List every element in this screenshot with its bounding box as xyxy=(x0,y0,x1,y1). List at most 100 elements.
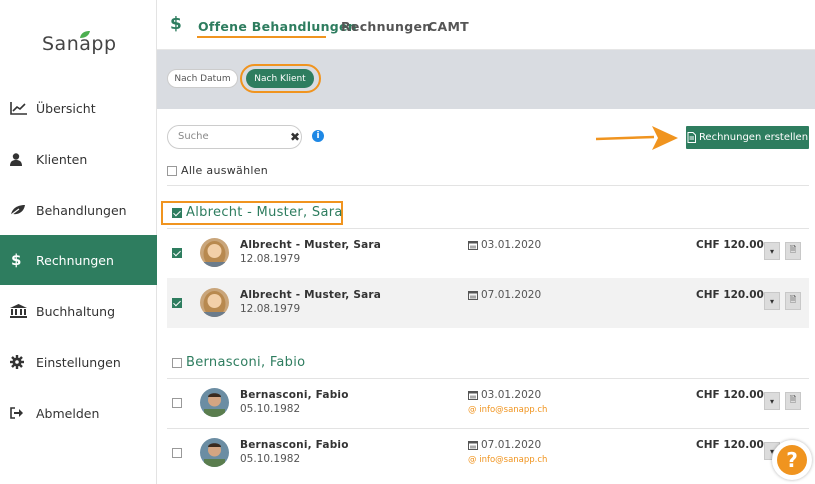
user-icon xyxy=(0,152,36,166)
document-icon: 🗎 xyxy=(789,295,797,304)
treatment-date-text: 07.01.2020 xyxy=(481,289,542,301)
sidebar-item-buchhaltung[interactable]: Buchhaltung xyxy=(0,286,157,336)
client-email[interactable]: @ info@sanapp.ch xyxy=(468,455,547,465)
info-icon[interactable]: i xyxy=(312,130,324,142)
logout-icon xyxy=(0,407,36,419)
client-name: Bernasconi, Fabio xyxy=(240,389,349,401)
create-invoices-button[interactable]: Rechnungen erstellen xyxy=(686,126,809,149)
sidebar-item-abmelden[interactable]: Abmelden xyxy=(0,388,157,438)
treatment-date-text: 03.01.2020 xyxy=(481,239,542,251)
client-dob: 12.08.1979 xyxy=(240,303,301,315)
active-tab-underline xyxy=(197,36,326,38)
client-name: Bernasconi, Fabio xyxy=(240,439,349,451)
client-email-text: info@sanapp.ch xyxy=(479,455,548,465)
logo-leaf-icon xyxy=(80,31,90,38)
sidebar-item-uebersicht[interactable]: Übersicht xyxy=(0,83,157,133)
treatment-date: 07.01.2020 xyxy=(468,439,541,451)
sidebar-item-einstellungen[interactable]: Einstellungen xyxy=(0,337,157,387)
at-icon: @ xyxy=(468,455,480,465)
client-name: Albrecht - Muster, Sara xyxy=(240,239,382,251)
avatar xyxy=(200,388,229,417)
sidebar-item-klienten[interactable]: Klienten xyxy=(0,134,157,184)
document-icon: 🗎 xyxy=(789,395,797,404)
sidebar-item-label: Klienten xyxy=(36,151,88,167)
question-icon: ? xyxy=(777,445,807,475)
gear-icon xyxy=(0,355,36,369)
sidebar-item-label: Buchhaltung xyxy=(36,303,116,319)
chart-line-icon xyxy=(0,101,36,115)
document-button[interactable]: 🗎 xyxy=(785,292,801,310)
at-icon: @ xyxy=(468,405,480,415)
dropdown-caret-button[interactable]: ▾ xyxy=(764,242,780,260)
filter-by-client-button[interactable]: Nach Klient xyxy=(246,69,314,88)
tab-offene-behandlungen[interactable]: Offene Behandlungen xyxy=(198,19,357,34)
amount: CHF 120.00 xyxy=(696,389,764,401)
caret-down-icon: ▾ xyxy=(769,296,774,306)
calendar-icon xyxy=(468,391,478,400)
select-all-label: Alle auswählen xyxy=(181,164,269,177)
client-dob: 05.10.1982 xyxy=(240,453,301,465)
filter-band: Nach Datum Nach Klient xyxy=(157,50,815,109)
sidebar-item-label: Abmelden xyxy=(36,405,100,421)
sidebar-item-label: Übersicht xyxy=(36,100,96,116)
tab-rechnungen[interactable]: Rechnungen xyxy=(341,19,431,34)
caret-down-icon: ▾ xyxy=(769,246,774,256)
treatment-date-text: 03.01.2020 xyxy=(481,389,542,401)
help-button[interactable]: ? xyxy=(772,440,812,480)
treatment-date-text: 07.01.2020 xyxy=(481,439,542,451)
top-tabs-bar: $ Offene Behandlungen Rechnungen CAMT xyxy=(157,0,815,50)
treatment-date: 03.01.2020 xyxy=(468,389,541,401)
caret-down-icon: ▾ xyxy=(769,396,774,406)
leaf-icon xyxy=(0,204,36,216)
row-checkbox[interactable] xyxy=(172,398,182,408)
avatar xyxy=(200,288,229,317)
calendar-icon xyxy=(468,441,478,450)
table-row[interactable]: Albrecht - Muster, Sara 12.08.1979 03.01… xyxy=(167,228,809,278)
amount: CHF 120.00 xyxy=(696,239,764,251)
sidebar-item-behandlungen[interactable]: Behandlungen xyxy=(0,185,157,235)
document-button[interactable]: 🗎 xyxy=(785,242,801,260)
table-row[interactable]: Bernasconi, Fabio 05.10.1982 03.01.2020 … xyxy=(167,378,809,428)
table-row[interactable]: Bernasconi, Fabio 05.10.1982 07.01.2020 … xyxy=(167,428,809,478)
treatment-date: 03.01.2020 xyxy=(468,239,541,251)
avatar xyxy=(200,438,229,467)
document-button[interactable]: 🗎 xyxy=(785,392,801,410)
amount: CHF 120.00 xyxy=(696,289,764,301)
table-row[interactable]: Albrecht - Muster, Sara 12.08.1979 07.01… xyxy=(167,278,809,328)
client-dob: 05.10.1982 xyxy=(240,403,301,415)
sidebar-item-label: Rechnungen xyxy=(36,252,114,268)
app-root: Sanapp Übersicht Klienten Behandlungen $… xyxy=(0,0,815,484)
dropdown-caret-button[interactable]: ▾ xyxy=(764,392,780,410)
filter-by-date-button[interactable]: Nach Datum xyxy=(167,69,238,88)
row-checkbox[interactable] xyxy=(172,248,182,258)
sidebar-item-label: Einstellungen xyxy=(36,354,121,370)
group-checkbox[interactable] xyxy=(172,358,182,368)
dollar-section-icon: $ xyxy=(170,14,182,34)
client-email[interactable]: @ info@sanapp.ch xyxy=(468,405,547,415)
group-title: Bernasconi, Fabio xyxy=(186,355,306,370)
sidebar-item-rechnungen[interactable]: $ Rechnungen xyxy=(0,235,157,285)
sidebar-item-label: Behandlungen xyxy=(36,202,127,218)
row-checkbox[interactable] xyxy=(172,298,182,308)
group-title: Albrecht - Muster, Sara xyxy=(186,205,343,220)
dropdown-caret-button[interactable]: ▾ xyxy=(764,292,780,310)
row-checkbox[interactable] xyxy=(172,448,182,458)
calendar-icon xyxy=(468,291,478,300)
client-dob: 12.08.1979 xyxy=(240,253,301,265)
clear-search-icon[interactable]: ✖ xyxy=(290,130,300,144)
group-checkbox[interactable] xyxy=(172,208,182,218)
create-invoices-label: Rechnungen erstellen xyxy=(698,132,809,143)
avatar xyxy=(200,238,229,267)
client-email-text: info@sanapp.ch xyxy=(479,405,548,415)
tab-camt[interactable]: CAMT xyxy=(428,19,469,34)
search-input[interactable]: Suche xyxy=(167,125,302,149)
sidebar: Sanapp Übersicht Klienten Behandlungen $… xyxy=(0,0,157,484)
bank-icon xyxy=(0,304,36,318)
dollar-icon: $ xyxy=(11,251,22,269)
treatment-date: 07.01.2020 xyxy=(468,289,541,301)
amount: CHF 120.00 xyxy=(696,439,764,451)
client-name: Albrecht - Muster, Sara xyxy=(240,289,382,301)
select-all-checkbox[interactable] xyxy=(167,166,177,176)
pointer-arrow-icon xyxy=(596,126,678,150)
calendar-icon xyxy=(468,241,478,250)
